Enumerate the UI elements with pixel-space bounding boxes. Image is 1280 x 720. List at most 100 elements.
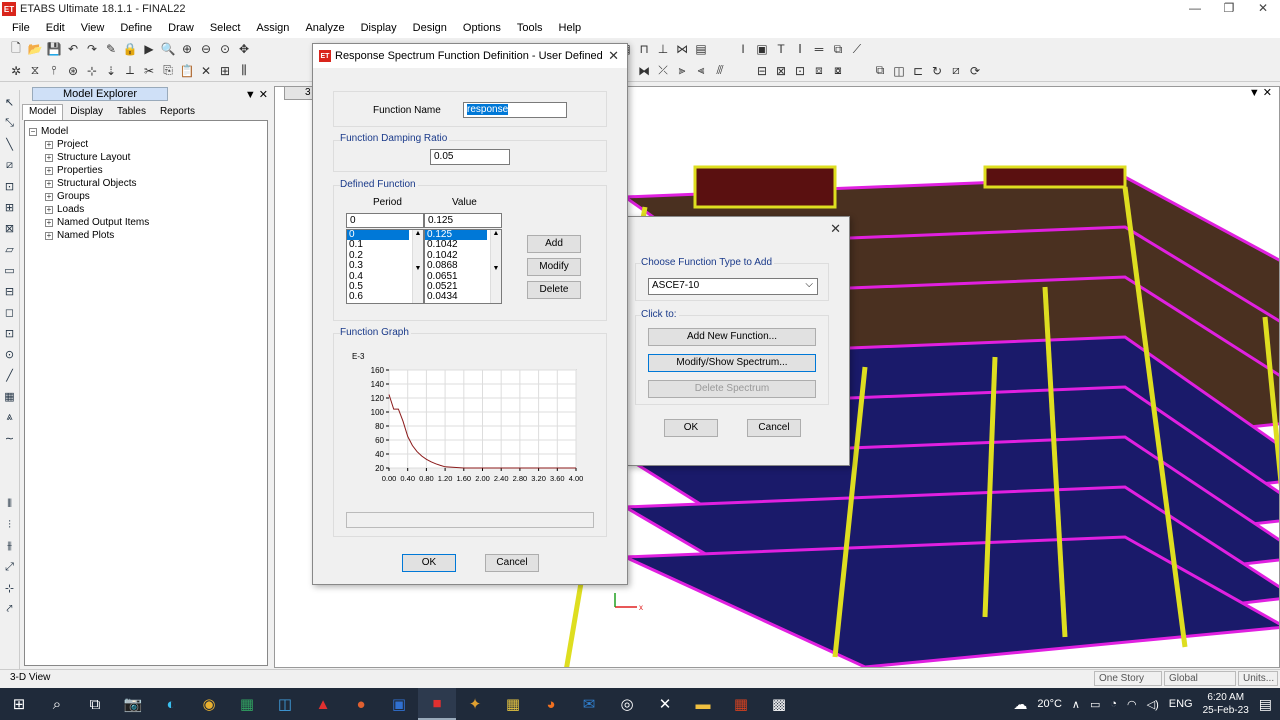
delete-icon[interactable]: ✕ [198, 63, 214, 79]
draw-tendon-icon[interactable]: ⩓ [2, 409, 18, 425]
add-button[interactable]: Add [527, 235, 581, 253]
app-icon[interactable]: ✕ [646, 688, 684, 720]
tab-model[interactable]: Model [22, 104, 64, 120]
reshape-icon[interactable]: ⤡ [2, 115, 18, 131]
modify-button[interactable]: Modify [527, 258, 581, 276]
task-view-icon[interactable]: ⧉ [76, 688, 114, 720]
view-window-controls[interactable]: ▼ ✕ [1249, 86, 1272, 99]
tab-reports[interactable]: Reports [153, 104, 202, 120]
camera-icon[interactable]: 📷 [114, 688, 152, 720]
design-slab-icon[interactable]: ⧈ [811, 63, 827, 79]
draw-joint-icon[interactable]: ╲ [2, 136, 18, 152]
restore-button[interactable]: ❐ [1212, 0, 1246, 18]
windows-start-icon[interactable]: ⊞ [0, 688, 38, 720]
value-input[interactable]: 0.125 [424, 213, 502, 228]
clear-selection-icon[interactable]: ⫵ [2, 538, 18, 554]
coord-system-select[interactable]: Global [1164, 671, 1236, 686]
save-icon[interactable]: 💾 [46, 41, 62, 57]
draw-frame-icon[interactable]: ⧄ [2, 157, 18, 173]
copy-icon[interactable]: ⎘ [160, 63, 176, 79]
menu-define[interactable]: Define [112, 22, 160, 34]
ok-button[interactable]: OK [664, 419, 718, 437]
assign-tendon-icon[interactable]: ⤫ [655, 63, 671, 79]
app-icon[interactable]: ◎ [608, 688, 646, 720]
weather-temp[interactable]: 20°C [1037, 698, 1062, 710]
draw-column-icon[interactable]: ⊞ [2, 199, 18, 215]
expand-icon[interactable]: + [45, 231, 53, 240]
scrollbar[interactable]: ▲ ▼ [412, 230, 423, 303]
tab-display[interactable]: Display [63, 104, 110, 120]
snap-end-icon[interactable]: ⤤ [2, 601, 18, 617]
restraint-icon[interactable]: ⧖ [27, 63, 43, 79]
snap-grid-icon[interactable]: ⊹ [2, 580, 18, 596]
column-icon[interactable]: Ⅰ [792, 41, 808, 57]
tree-item-named-plots[interactable]: + Named Plots [29, 229, 263, 242]
tree-item-model[interactable]: − Model [29, 125, 263, 138]
tee-icon[interactable]: T [773, 41, 789, 57]
select-previous-icon[interactable]: ⫶ [2, 517, 18, 533]
view-rotate-icon[interactable]: ↻ [929, 63, 945, 79]
clock[interactable]: 6:20 AM 25-Feb-23 [1203, 691, 1249, 717]
copy-frame-icon[interactable]: ⧉ [830, 41, 846, 57]
modify-show-spectrum-button[interactable]: Modify/Show Spectrum... [648, 354, 816, 372]
file-explorer-icon[interactable]: ▬ [684, 688, 722, 720]
assign-link-icon[interactable]: ⧓ [636, 63, 652, 79]
dialog-close-icon[interactable]: ✕ [830, 221, 841, 237]
section-icon[interactable]: ⊥ [655, 41, 671, 57]
tab-tables[interactable]: Tables [110, 104, 153, 120]
language-indicator[interactable]: ENG [1169, 698, 1193, 710]
excel-icon[interactable]: ▦ [228, 688, 266, 720]
value-list[interactable]: 0.125 0.1042 0.1042 0.0868 0.0651 0.0521… [424, 229, 502, 304]
pier-icon[interactable]: ⫼ [236, 63, 252, 79]
menu-edit[interactable]: Edit [38, 22, 73, 34]
collapse-icon[interactable]: − [29, 127, 37, 136]
tree-item-project[interactable]: + Project [29, 138, 263, 151]
zoom-out-icon[interactable]: ⊖ [198, 41, 214, 57]
cut-icon[interactable]: ✂ [141, 63, 157, 79]
dialog-close-icon[interactable]: ✕ [608, 48, 619, 64]
draw-area-icon[interactable]: ▭ [2, 262, 18, 278]
beam-icon[interactable]: I [735, 41, 751, 57]
menu-options[interactable]: Options [455, 22, 509, 34]
draw-wall-icon[interactable]: ⊟ [2, 283, 18, 299]
network-icon[interactable]: ◔ [1110, 698, 1117, 710]
diaphragm-icon[interactable]: ⊹ [84, 63, 100, 79]
pencil-icon[interactable]: ✎ [103, 41, 119, 57]
box-icon[interactable]: ▣ [754, 41, 770, 57]
draw-opening-icon[interactable]: ◻ [2, 304, 18, 320]
app-icon[interactable]: ▦ [722, 688, 760, 720]
battery-icon[interactable]: ▭ [1090, 698, 1100, 711]
ok-button[interactable]: OK [402, 554, 456, 572]
expand-icon[interactable]: + [45, 179, 53, 188]
draw-dimension-icon[interactable]: ╱ [2, 367, 18, 383]
app-icon[interactable]: ▩ [760, 688, 798, 720]
scrollbar[interactable]: ▲ ▼ [490, 230, 501, 303]
function-type-select[interactable]: ASCE7-10 ⌵ [648, 278, 818, 295]
menu-design[interactable]: Design [405, 22, 455, 34]
draw-grid-icon[interactable]: ▦ [2, 388, 18, 404]
app-icon[interactable]: ▦ [494, 688, 532, 720]
draw-pier-icon[interactable]: ⊡ [2, 325, 18, 341]
slab-icon[interactable]: ▤ [693, 41, 709, 57]
zoom-all-icon[interactable]: ⊙ [217, 41, 233, 57]
close-button[interactable]: ✕ [1246, 0, 1280, 18]
minimize-button[interactable]: — [1178, 0, 1212, 18]
draw-brace-icon[interactable]: ⊠ [2, 220, 18, 236]
tree-item-properties[interactable]: + Properties [29, 164, 263, 177]
store-icon[interactable]: ◫ [266, 688, 304, 720]
design-steel-icon[interactable]: ⊟ [754, 63, 770, 79]
notifications-icon[interactable]: ▤ [1259, 696, 1272, 713]
draw-wave-icon[interactable]: ∼ [2, 430, 18, 446]
menu-draw[interactable]: Draw [160, 22, 202, 34]
brace-icon[interactable]: ⋈ [674, 41, 690, 57]
redo-icon[interactable]: ↷ [84, 41, 100, 57]
load-icon[interactable]: ⇣ [103, 63, 119, 79]
expand-icon[interactable]: + [45, 166, 53, 175]
tree-item-structural-objects[interactable]: + Structural Objects [29, 177, 263, 190]
powerpoint-icon[interactable]: ● [342, 688, 380, 720]
menu-help[interactable]: Help [551, 22, 590, 34]
open-icon[interactable]: 📂 [27, 41, 43, 57]
damping-ratio-input[interactable]: 0.05 [430, 149, 510, 165]
expand-icon[interactable]: + [45, 205, 53, 214]
menu-view[interactable]: View [73, 22, 113, 34]
